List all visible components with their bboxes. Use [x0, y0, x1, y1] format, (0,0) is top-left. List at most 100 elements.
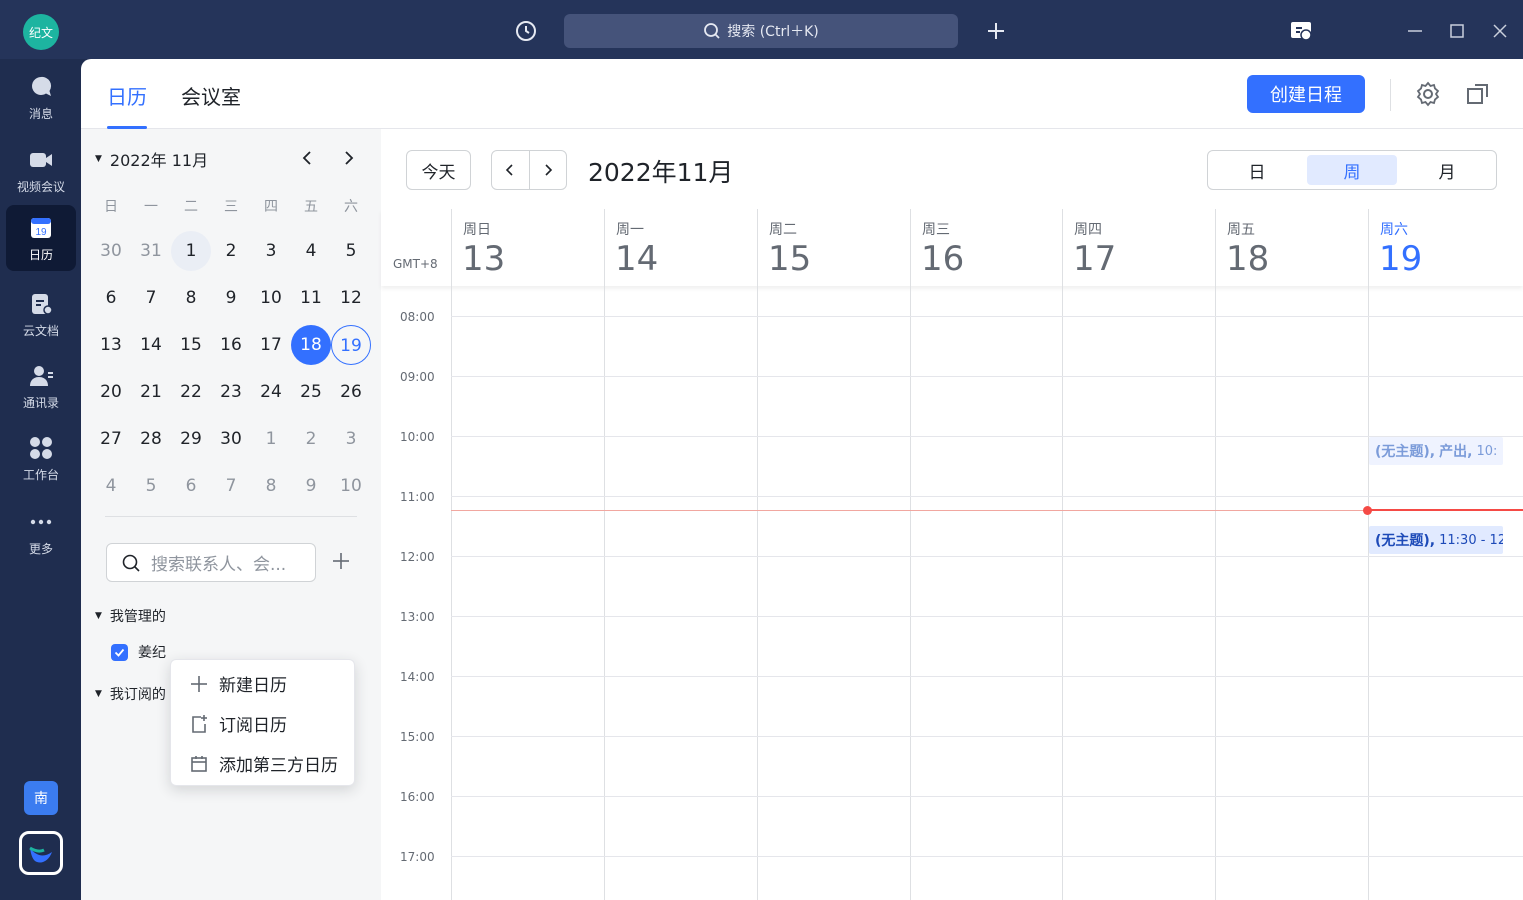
- mini-day[interactable]: 4: [291, 231, 331, 271]
- global-search-bar[interactable]: 搜索 (Ctrl＋K): [564, 14, 958, 48]
- nav-item-messages[interactable]: 消息: [6, 64, 76, 130]
- event-block[interactable]: (无主题), 11:30 - 12: [1369, 526, 1503, 554]
- mini-day[interactable]: 2: [291, 419, 331, 459]
- mini-day[interactable]: 25: [291, 372, 331, 412]
- mini-day[interactable]: 30: [91, 231, 131, 271]
- calendar-item[interactable]: 姜纪: [111, 642, 166, 662]
- minimize-icon[interactable]: [1403, 19, 1427, 43]
- mini-day[interactable]: 23: [211, 372, 251, 412]
- calendar-search-input[interactable]: 搜索联系人、会...: [106, 543, 316, 582]
- popout-window-icon[interactable]: [1465, 81, 1491, 107]
- mini-day[interactable]: 7: [131, 278, 171, 318]
- mini-day[interactable]: 22: [171, 372, 211, 412]
- history-icon[interactable]: [514, 19, 538, 43]
- mini-day[interactable]: 7: [211, 466, 251, 506]
- mini-day[interactable]: 8: [171, 278, 211, 318]
- group-managed[interactable]: ▼ 我管理的: [95, 606, 166, 626]
- tab-meeting-room[interactable]: 会议室: [181, 81, 241, 129]
- mini-day[interactable]: 9: [291, 466, 331, 506]
- mini-day[interactable]: 5: [331, 231, 371, 271]
- nav-item-more[interactable]: 更多: [6, 499, 76, 565]
- day-header[interactable]: 周五 18: [1215, 209, 1368, 286]
- notification-icon[interactable]: [1288, 18, 1314, 44]
- app-shortcut[interactable]: [19, 831, 63, 875]
- hour-label: 12:00: [400, 550, 435, 564]
- mini-day[interactable]: 8: [251, 466, 291, 506]
- menu-item-subscribe-calendar[interactable]: 订阅日历: [189, 711, 287, 736]
- mini-day[interactable]: 3: [331, 419, 371, 459]
- create-event-button[interactable]: 创建日程: [1247, 75, 1365, 113]
- view-month-button[interactable]: 月: [1402, 155, 1492, 185]
- day-header[interactable]: 周日 13: [451, 209, 604, 286]
- mini-day[interactable]: 27: [91, 419, 131, 459]
- view-switcher: 日 周 月: [1207, 150, 1497, 190]
- view-week-button[interactable]: 周: [1307, 155, 1397, 185]
- avatar[interactable]: 南: [24, 781, 58, 815]
- day-weekday: 周三: [922, 222, 950, 238]
- mini-day[interactable]: 1: [171, 230, 211, 271]
- mini-day[interactable]: 10: [251, 278, 291, 318]
- mini-day[interactable]: 28: [131, 419, 171, 459]
- mini-day[interactable]: 2: [211, 231, 251, 271]
- mini-day[interactable]: 5: [131, 466, 171, 506]
- time-grid[interactable]: 08:00 09:00 10:00 11:00 12:00 13:00 14:0…: [381, 286, 1523, 900]
- mini-next-icon[interactable]: [339, 149, 357, 167]
- gear-icon[interactable]: [1415, 81, 1441, 107]
- day-header[interactable]: 周四 17: [1062, 209, 1215, 286]
- day-date: 15: [768, 239, 812, 279]
- day-header-today[interactable]: 周六 19: [1368, 209, 1521, 286]
- prev-week-button[interactable]: [492, 151, 530, 189]
- mini-day[interactable]: 17: [251, 325, 291, 365]
- mini-day[interactable]: 1: [251, 419, 291, 459]
- timezone-label: GMT+8: [393, 257, 438, 271]
- day-header[interactable]: 周三 16: [910, 209, 1063, 286]
- checkbox-checked-icon[interactable]: [111, 643, 128, 661]
- mini-day[interactable]: 20: [91, 372, 131, 412]
- day-date: 16: [921, 239, 965, 279]
- mini-day[interactable]: 30: [211, 419, 251, 459]
- add-calendar-menu: 新建日历 订阅日历 添加第三方日历: [170, 659, 355, 786]
- nav-item-calendar[interactable]: 19 日历: [6, 205, 76, 271]
- mini-day[interactable]: 31: [131, 231, 171, 271]
- day-header[interactable]: 周二 15: [757, 209, 910, 286]
- mini-day[interactable]: 9: [211, 278, 251, 318]
- mini-day[interactable]: 10: [331, 466, 371, 506]
- add-calendar-icon[interactable]: [331, 551, 351, 571]
- mini-day[interactable]: 15: [171, 325, 211, 365]
- maximize-icon[interactable]: [1445, 19, 1469, 43]
- mini-day[interactable]: 14: [131, 325, 171, 365]
- nav-item-video-meeting[interactable]: 视频会议: [6, 137, 76, 203]
- mini-day[interactable]: 13: [91, 325, 131, 365]
- mini-day-selected[interactable]: 18: [291, 324, 331, 365]
- mini-week-row: 13 14 15 16 17 18 19: [91, 321, 371, 368]
- event-block[interactable]: (无主题), 产出, 10:: [1369, 437, 1503, 465]
- mini-day-today[interactable]: 19: [331, 324, 371, 365]
- nav-item-contacts[interactable]: 通讯录: [6, 353, 76, 419]
- day-header[interactable]: 周一 14: [604, 209, 757, 286]
- app-logo[interactable]: 纪文: [23, 14, 59, 50]
- menu-item-new-calendar[interactable]: 新建日历: [189, 671, 287, 696]
- nav-item-docs[interactable]: 云文档: [6, 281, 76, 347]
- mini-day[interactable]: 12: [331, 278, 371, 318]
- mini-day[interactable]: 16: [211, 325, 251, 365]
- view-day-button[interactable]: 日: [1212, 155, 1302, 185]
- close-icon[interactable]: [1488, 19, 1512, 43]
- mini-day[interactable]: 6: [91, 278, 131, 318]
- today-button[interactable]: 今天: [406, 150, 471, 190]
- menu-item-third-party-calendar[interactable]: 添加第三方日历: [189, 751, 338, 776]
- mini-day[interactable]: 4: [91, 466, 131, 506]
- mini-day[interactable]: 24: [251, 372, 291, 412]
- mini-day[interactable]: 11: [291, 278, 331, 318]
- tab-calendar[interactable]: 日历: [107, 81, 147, 129]
- mini-calendar-header[interactable]: ▼ 2022年 11月: [95, 147, 208, 171]
- mini-day[interactable]: 29: [171, 419, 211, 459]
- add-icon[interactable]: [984, 19, 1008, 43]
- nav-item-workplace[interactable]: 工作台: [6, 425, 76, 491]
- mini-day[interactable]: 26: [331, 372, 371, 412]
- mini-day[interactable]: 21: [131, 372, 171, 412]
- mini-prev-icon[interactable]: [299, 149, 317, 167]
- mini-day[interactable]: 6: [171, 466, 211, 506]
- group-subscribed[interactable]: ▼ 我订阅的: [95, 684, 166, 704]
- next-week-button[interactable]: [530, 151, 567, 189]
- mini-day[interactable]: 3: [251, 231, 291, 271]
